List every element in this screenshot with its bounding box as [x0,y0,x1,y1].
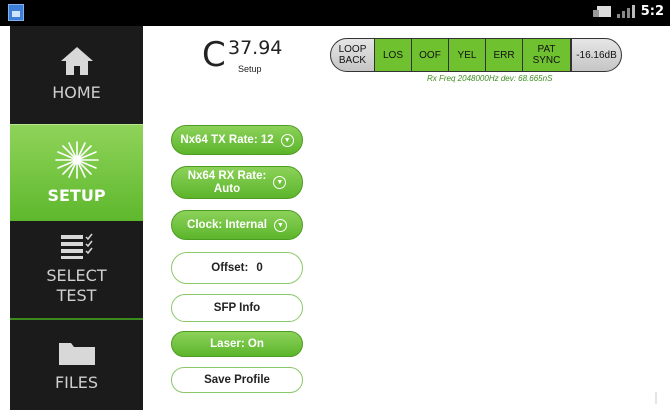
clock-time: 5:2 [640,4,664,19]
tx-rate-dropdown[interactable]: Nx64 TX Rate: 12 ▼ [171,125,303,155]
app-icon [8,4,24,21]
sidebar-item-files[interactable]: FILES [10,318,143,412]
alarm-bar: LOOP BACK LOS OOF YEL ERR PAT SYNC -16.16… [330,38,622,72]
signal-icon [616,5,635,18]
scrollbar[interactable] [655,392,657,404]
offset-value: 0 [256,262,263,274]
folder-icon [58,343,95,365]
clock-dropdown[interactable]: Clock: Internal ▼ [171,210,303,240]
status-bar: 5:2 [0,0,670,26]
home-icon [60,47,93,75]
page-title: Setup [238,64,262,74]
temperature-readout: C 37.94 Setup [190,34,300,78]
sfp-info-button[interactable]: SFP Info [171,294,303,322]
sidebar-item-select-test[interactable]: SELECT TEST [10,222,143,316]
offset-field[interactable]: Offset: 0 [171,252,303,284]
laser-toggle[interactable]: Laser: On [171,331,303,357]
sidebar-item-setup[interactable]: SETUP [10,124,143,221]
oof-indicator: OOF [412,38,449,72]
err-indicator: ERR [486,38,523,72]
status-tray: 5:2 [592,4,664,19]
chevron-down-icon: ▼ [280,133,294,147]
signal-level-indicator: -16.16dB [571,38,622,72]
sidebar-item-home[interactable]: HOME [10,26,143,122]
chevron-down-icon: ▼ [273,176,287,189]
chevron-down-icon: ▼ [273,218,287,232]
loopback-button[interactable]: LOOP BACK [330,38,375,72]
sidebar-item-label: SETUP [47,186,106,205]
sparkle-icon [54,141,99,179]
rx-rate-dropdown[interactable]: Nx64 RX Rate: Auto ▼ [171,166,303,199]
rx-frequency-text: Rx Freq 2048000Hz dev: 68.665nS [427,74,553,83]
readout-value: 37.94 [228,37,283,59]
sidebar-item-label: FILES [54,373,99,392]
readout-prefix: C [202,35,226,75]
pat-sync-indicator: PAT SYNC [523,38,571,72]
checklist-icon [60,233,93,259]
save-profile-button[interactable]: Save Profile [171,367,303,393]
sidebar-item-label: SELECT TEST [46,266,107,305]
los-indicator: LOS [375,38,412,72]
yel-indicator: YEL [449,38,486,72]
sidebar: HOME SETUP SELECT TEST FILES [10,26,143,410]
sidebar-item-label: HOME [52,83,101,102]
tablet-icon [592,6,611,17]
